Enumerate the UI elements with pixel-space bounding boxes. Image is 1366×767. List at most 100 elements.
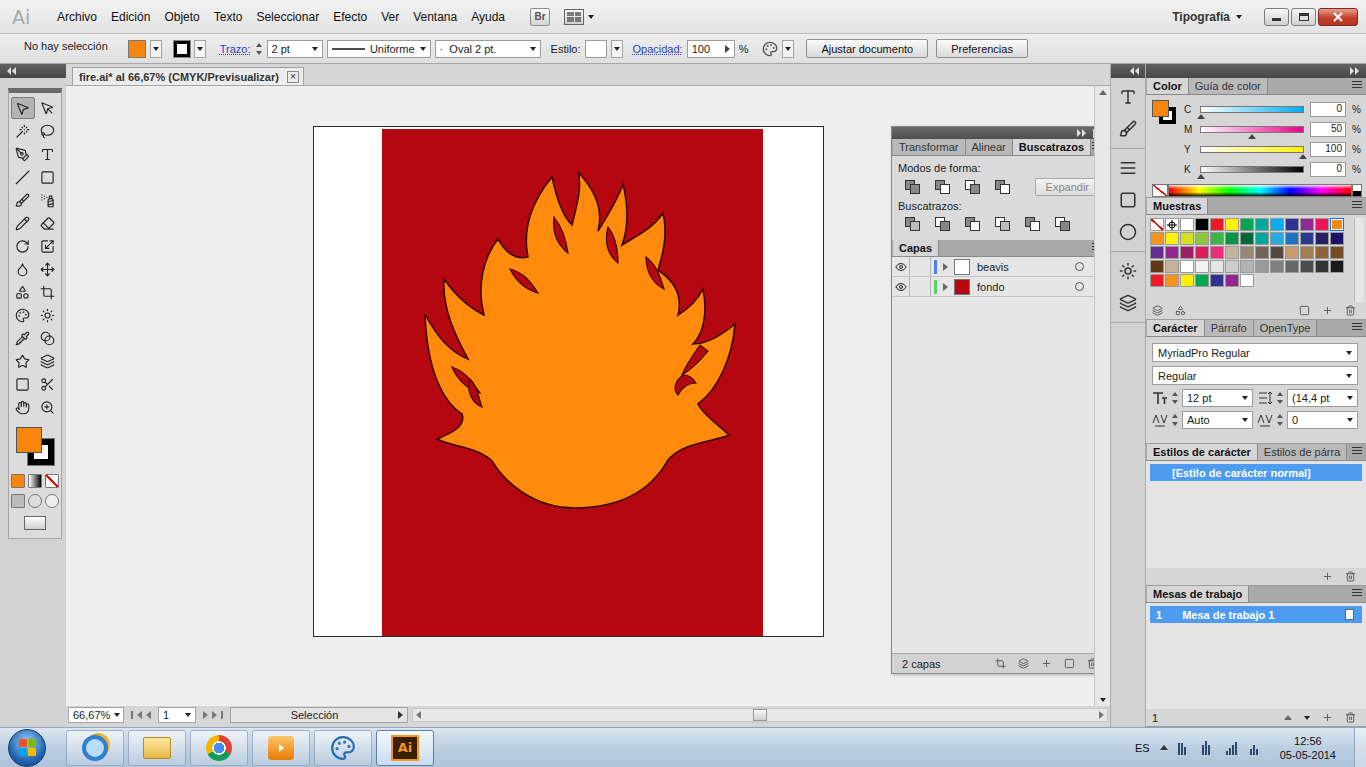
- collapse-dock-icon[interactable]: [1350, 67, 1360, 75]
- color-swatch[interactable]: [1300, 246, 1314, 259]
- fill-dropdown[interactable]: [150, 40, 162, 58]
- panel-menu-icon[interactable]: [1352, 589, 1362, 596]
- pathfinder-icon[interactable]: [904, 179, 922, 195]
- variable-width-profile[interactable]: Uniforme: [327, 40, 431, 58]
- pathfinder-icon[interactable]: [1024, 216, 1042, 232]
- document-setup-button[interactable]: Ajustar documento: [806, 39, 928, 58]
- color-swatch[interactable]: [1210, 260, 1224, 273]
- stroke-weight-field[interactable]: 2 pt: [267, 40, 323, 58]
- color-swatch[interactable]: [1150, 274, 1164, 287]
- new-color-group-icon[interactable]: [1299, 305, 1310, 316]
- taskbar-app[interactable]: [190, 730, 248, 766]
- flame-artwork[interactable]: [382, 129, 763, 636]
- delete-layer-icon[interactable]: [1087, 658, 1094, 669]
- stroke-icon[interactable]: [1119, 159, 1137, 177]
- collapse-panel-icon[interactable]: [1077, 129, 1087, 137]
- opacity-field[interactable]: 100: [687, 40, 735, 58]
- layer-row[interactable]: beavis: [892, 257, 1094, 277]
- slider-marker[interactable]: [1299, 154, 1307, 159]
- taskbar-app[interactable]: [252, 730, 310, 766]
- panel-menu-icon[interactable]: [1092, 142, 1094, 149]
- color-swatch[interactable]: [1330, 246, 1344, 259]
- menu-item[interactable]: Ver: [374, 8, 406, 26]
- vertical-scrollbar[interactable]: [1094, 86, 1110, 706]
- move-up-icon[interactable]: [1284, 715, 1292, 720]
- tool-button[interactable]: [11, 212, 35, 234]
- panel-tab[interactable]: Buscatrazos: [1013, 139, 1091, 155]
- tool-button[interactable]: [11, 258, 35, 280]
- color-swatch[interactable]: [1300, 260, 1314, 273]
- color-swatch[interactable]: [1165, 274, 1179, 287]
- tool-button[interactable]: [11, 97, 35, 119]
- color-swatch[interactable]: [1225, 260, 1239, 273]
- color-swatch[interactable]: [1330, 232, 1344, 245]
- target-icon[interactable]: [1075, 282, 1084, 291]
- panel-tab[interactable]: Alinear: [966, 139, 1013, 155]
- panel-menu-icon[interactable]: [1092, 243, 1094, 250]
- brush-definition[interactable]: · Oval 2 pt.: [435, 40, 541, 58]
- slider-marker[interactable]: [1197, 114, 1205, 119]
- stroke-dropdown[interactable]: [194, 40, 206, 58]
- color-swatch[interactable]: [1315, 232, 1329, 245]
- gradient-icon[interactable]: [1119, 191, 1137, 209]
- color-swatch[interactable]: [1255, 232, 1269, 245]
- color-spectrum[interactable]: [1168, 184, 1352, 197]
- color-swatch[interactable]: [1150, 232, 1164, 245]
- close-button[interactable]: [1318, 8, 1358, 26]
- channel-value[interactable]: 0: [1310, 102, 1346, 117]
- layer-name[interactable]: beavis: [973, 261, 1072, 273]
- arrange-documents-button[interactable]: [564, 9, 594, 25]
- menu-item[interactable]: Efecto: [326, 8, 374, 26]
- graphic-styles-icon[interactable]: [1119, 294, 1137, 312]
- panel-tab[interactable]: Estilos de párra: [1258, 444, 1347, 460]
- panel-title-bar[interactable]: [892, 127, 1094, 139]
- tool-button[interactable]: [11, 396, 35, 418]
- color-swatch[interactable]: [1270, 260, 1284, 273]
- pathfinder-icon[interactable]: [964, 216, 982, 232]
- panel-tab[interactable]: OpenType: [1254, 320, 1318, 336]
- horizontal-scrollbar[interactable]: [412, 708, 1108, 722]
- move-down-icon[interactable]: [1304, 716, 1310, 720]
- tool-button[interactable]: [36, 304, 60, 326]
- menu-item[interactable]: Texto: [207, 8, 250, 26]
- color-swatch[interactable]: [1255, 260, 1269, 273]
- close-tab-button[interactable]: ×: [287, 71, 299, 83]
- expand-panels-icon[interactable]: [1129, 67, 1139, 75]
- taskbar-app[interactable]: [128, 730, 186, 766]
- tool-button[interactable]: [36, 350, 60, 372]
- font-family-select[interactable]: MyriadPro Regular: [1152, 343, 1358, 362]
- artwork[interactable]: [382, 129, 763, 636]
- fill-stroke-widget[interactable]: [1152, 100, 1178, 132]
- locate-object-icon[interactable]: [995, 658, 1006, 669]
- character-styles-icon[interactable]: [1119, 88, 1137, 106]
- expand-icon[interactable]: [943, 263, 948, 271]
- status-tool[interactable]: Selección: [230, 707, 408, 723]
- show-hidden-icons-icon[interactable]: [1160, 745, 1168, 750]
- tool-button[interactable]: [36, 258, 60, 280]
- collapse-dock-icon[interactable]: [6, 67, 16, 75]
- fill-swatch[interactable]: [128, 40, 146, 58]
- tool-button[interactable]: [11, 304, 35, 326]
- spinner-arrows-icon[interactable]: [1276, 391, 1284, 405]
- canvas[interactable]: TransformarAlinearBuscatrazosModos de fo…: [66, 86, 1094, 706]
- color-swatch[interactable]: [1285, 218, 1299, 231]
- artboard-options-icon[interactable]: [1345, 609, 1354, 620]
- fill-box[interactable]: [1152, 100, 1169, 117]
- appearance-icon[interactable]: [1119, 262, 1137, 280]
- pathfinder-icon[interactable]: [994, 216, 1012, 232]
- panel-menu-icon[interactable]: [1352, 81, 1362, 88]
- panel-menu-icon[interactable]: [1352, 201, 1362, 208]
- layer-name[interactable]: fondo: [973, 281, 1072, 293]
- color-swatch[interactable]: [1270, 232, 1284, 245]
- color-swatch[interactable]: [1240, 218, 1254, 231]
- menu-item[interactable]: Seleccionar: [249, 8, 326, 26]
- pathfinder-icon[interactable]: [934, 179, 952, 195]
- menu-item[interactable]: Edición: [104, 8, 157, 26]
- spinner-arrows-icon[interactable]: [1276, 413, 1284, 427]
- tool-button[interactable]: [11, 166, 35, 188]
- volume-icon[interactable]: [1250, 741, 1264, 755]
- panel-tab[interactable]: Mesas de trabajo: [1147, 586, 1249, 602]
- tool-button[interactable]: [11, 143, 35, 165]
- registration-swatch[interactable]: [1165, 218, 1179, 231]
- device-icon[interactable]: [1202, 741, 1216, 755]
